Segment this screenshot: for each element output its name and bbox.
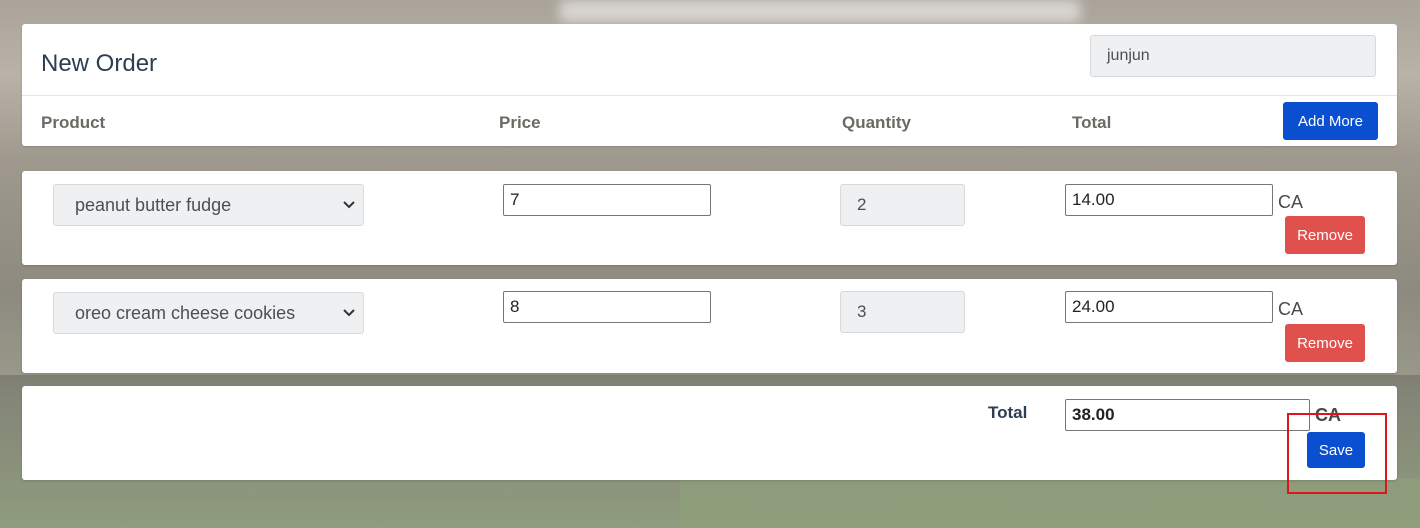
background-light xyxy=(560,0,1080,22)
price-input[interactable]: 7 xyxy=(503,184,711,216)
column-header-price: Price xyxy=(499,113,541,132)
customer-field[interactable]: junjun xyxy=(1090,35,1376,77)
order-header-panel: New Order junjun Product Price Quantity … xyxy=(22,24,1397,146)
quantity-field[interactable]: 3 xyxy=(840,291,965,333)
chevron-down-icon xyxy=(343,293,355,348)
header-divider xyxy=(22,95,1397,96)
product-select-value: oreo cream cheese cookies xyxy=(75,303,296,323)
grand-total-input[interactable]: 38.00 xyxy=(1065,399,1310,431)
add-more-button[interactable]: Add More xyxy=(1283,102,1378,140)
currency-label: CA xyxy=(1278,299,1304,319)
order-total-panel: Total 38.00 CA Save xyxy=(22,386,1397,480)
line-total-input[interactable]: 24.00 xyxy=(1065,291,1273,323)
order-row: oreo cream cheese cookies 8 3 24.00 CA R… xyxy=(22,279,1397,373)
column-header-product: Product xyxy=(41,113,106,132)
remove-button[interactable]: Remove xyxy=(1285,216,1365,254)
quantity-field[interactable]: 2 xyxy=(840,184,965,226)
page-title: New Order xyxy=(41,50,158,77)
chevron-down-icon xyxy=(343,185,355,240)
line-total-input[interactable]: 14.00 xyxy=(1065,184,1273,216)
product-select[interactable]: peanut butter fudge xyxy=(53,184,364,226)
grand-total-label: Total xyxy=(988,403,1028,422)
remove-button[interactable]: Remove xyxy=(1285,324,1365,362)
product-select-value: peanut butter fudge xyxy=(75,195,232,215)
order-row: peanut butter fudge 7 2 14.00 CA Remove xyxy=(22,171,1397,265)
column-header-quantity: Quantity xyxy=(842,113,911,132)
currency-label: CA xyxy=(1278,192,1304,212)
column-header-total: Total xyxy=(1072,113,1112,132)
highlight-box xyxy=(1287,413,1387,494)
product-select[interactable]: oreo cream cheese cookies xyxy=(53,292,364,334)
price-input[interactable]: 8 xyxy=(503,291,711,323)
